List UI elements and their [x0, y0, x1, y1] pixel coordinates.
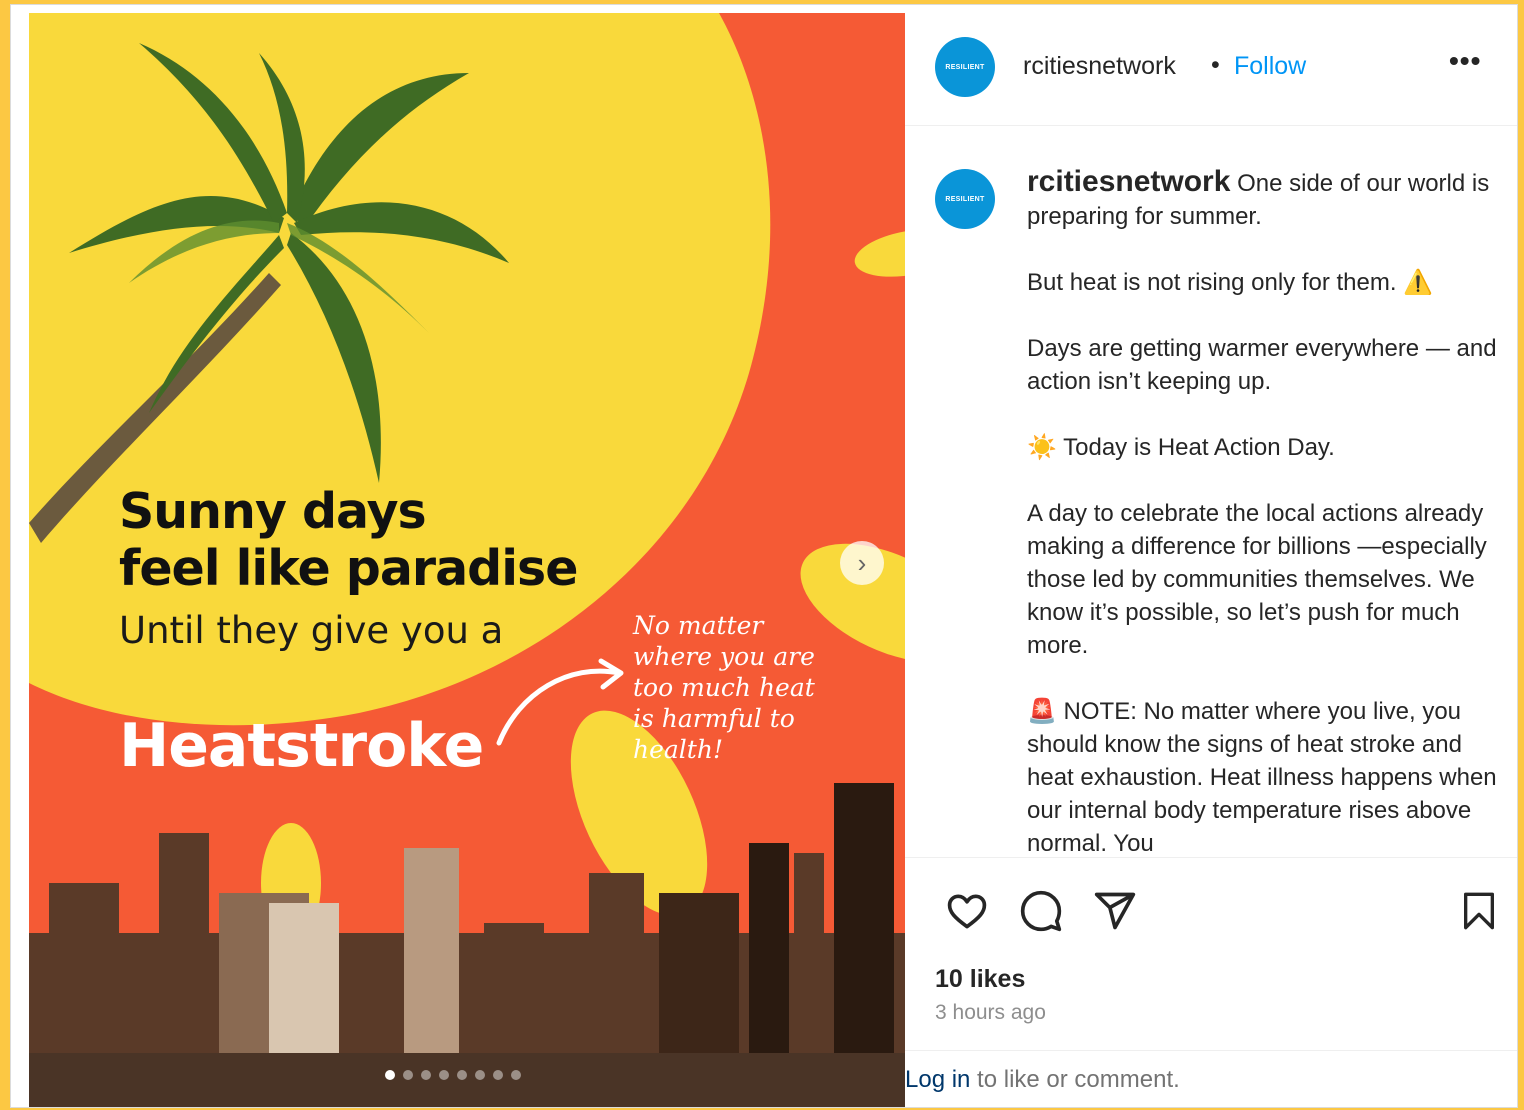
- chevron-right-icon: ›: [857, 547, 867, 578]
- carousel-next-button[interactable]: ›: [840, 541, 884, 585]
- caption-paragraph-2: But heat is not rising only for them. ⚠️: [1027, 269, 1434, 296]
- post-side-panel: RESILIENT rcitiesnetwork • Follow ••• RE…: [905, 5, 1517, 1107]
- heart-icon[interactable]: [945, 889, 989, 933]
- carousel-dot: [475, 1070, 485, 1080]
- username-link[interactable]: rcitiesnetwork: [1023, 52, 1176, 81]
- instagram-post-frame: Sunny days feel like paradise Until they…: [10, 4, 1518, 1108]
- comment-icon[interactable]: [1019, 889, 1063, 933]
- carousel-dot: [385, 1070, 395, 1080]
- separator-dot: •: [1211, 51, 1220, 79]
- caption-username-link[interactable]: rcitiesnetwork: [1027, 165, 1230, 198]
- share-icon[interactable]: [1093, 889, 1137, 933]
- headline-line-1: Sunny days: [119, 483, 427, 540]
- likes-count[interactable]: 10 likes: [935, 965, 1025, 994]
- avatar[interactable]: RESILIENT: [935, 37, 995, 97]
- post-header: RESILIENT rcitiesnetwork • Follow •••: [905, 5, 1517, 126]
- carousel-dot: [421, 1070, 431, 1080]
- subheadline: Until they give you a: [119, 609, 504, 652]
- carousel-dot: [439, 1070, 449, 1080]
- carousel-dot: [493, 1070, 503, 1080]
- carousel-dot: [511, 1070, 521, 1080]
- highlight-word: Heatstroke: [119, 711, 484, 781]
- caption-text: rcitiesnetwork One side of our world is …: [1027, 165, 1497, 857]
- more-options-icon[interactable]: •••: [1449, 45, 1481, 77]
- post-timestamp[interactable]: 3 hours ago: [935, 1001, 1046, 1025]
- login-link[interactable]: Log in: [905, 1066, 970, 1093]
- caption-avatar[interactable]: RESILIENT: [935, 169, 995, 229]
- post-image[interactable]: Sunny days feel like paradise Until they…: [29, 13, 905, 1107]
- follow-button[interactable]: Follow: [1234, 52, 1306, 81]
- caption-paragraph-3: Days are getting warmer everywhere — and…: [1027, 335, 1497, 395]
- caption-area: RESILIENT rcitiesnetwork One side of our…: [905, 127, 1517, 858]
- login-prompt-text: to like or comment.: [970, 1066, 1180, 1093]
- bookmark-icon[interactable]: [1459, 889, 1499, 933]
- action-bar: [905, 861, 1517, 961]
- caption-paragraph-4: ☀️ Today is Heat Action Day.: [1027, 434, 1335, 461]
- login-prompt: Log in to like or comment.: [905, 1050, 1517, 1107]
- caption-paragraph-5: A day to celebrate the local actions alr…: [1027, 500, 1487, 659]
- headline-line-2: feel like paradise: [119, 540, 578, 597]
- avatar-logo-text: RESILIENT: [945, 63, 985, 71]
- carousel-dot: [457, 1070, 467, 1080]
- caption-paragraph-6: 🚨 NOTE: No matter where you live, you sh…: [1027, 698, 1497, 857]
- carousel-dots: [385, 1070, 521, 1080]
- avatar-logo-text: RESILIENT: [945, 195, 985, 203]
- callout-note: No matter where you are too much heat is…: [633, 611, 815, 764]
- carousel-dot: [403, 1070, 413, 1080]
